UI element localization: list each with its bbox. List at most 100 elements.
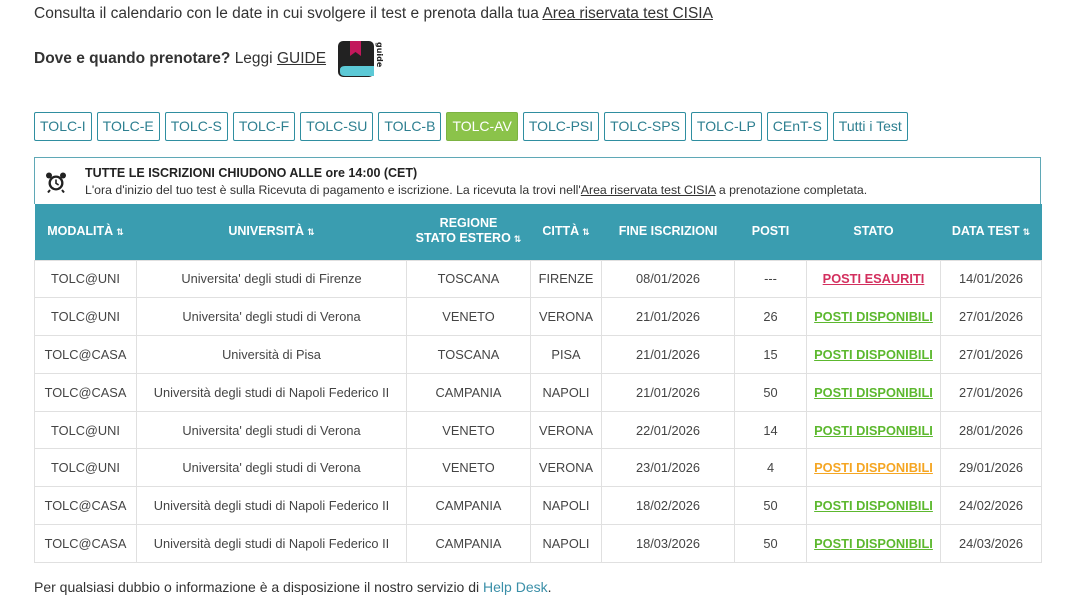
guide-read-label: Leggi [234, 50, 273, 67]
column-header-1[interactable]: UNIVERSITÀ ⇅ [136, 204, 407, 260]
cell-citta: VERONA [530, 410, 602, 450]
column-header-label: STATO ESTERO [415, 231, 511, 246]
cell-modalita: TOLC@UNI [34, 297, 137, 337]
cell-data: 28/01/2026 [940, 410, 1042, 450]
closing-notice: TUTTE LE ISCRIZIONI CHIUDONO ALLE ore 14… [34, 157, 1041, 204]
sort-icon[interactable]: ⇅ [582, 227, 590, 237]
status-link[interactable]: POSTI DISPONIBILI [814, 423, 933, 438]
guide-row: Dove e quando prenotare? Leggi GUIDE [34, 50, 326, 68]
column-header-7[interactable]: DATA TEST ⇅ [940, 204, 1042, 260]
tab-tolc-e[interactable]: TOLC-E [96, 112, 160, 141]
cell-data: 14/01/2026 [940, 259, 1042, 299]
cell-universita: Universita' degli studi di Verona [136, 297, 407, 337]
cell-universita: Università degli studi di Napoli Federic… [136, 372, 407, 412]
cell-citta: NAPOLI [530, 486, 602, 526]
sort-icon[interactable]: ⇅ [1023, 227, 1031, 237]
status-link[interactable]: POSTI DISPONIBILI [814, 347, 933, 362]
notice-text-after: a prenotazione completata. [715, 183, 868, 197]
sort-icon[interactable]: ⇅ [514, 234, 522, 244]
cell-universita: Università degli studi di Napoli Federic… [136, 524, 407, 563]
column-header-4: FINE ISCRIZIONI [601, 204, 735, 260]
area-riservata-link[interactable]: Area riservata test CISIA [542, 5, 713, 22]
status-link[interactable]: POSTI DISPONIBILI [814, 309, 933, 324]
cell-stato: POSTI DISPONIBILI [806, 372, 941, 412]
column-header-label: MODALITÀ [47, 223, 114, 238]
tab-tolc-b[interactable]: TOLC-B [378, 112, 442, 141]
tab-tolc-i[interactable]: TOLC-I [34, 112, 92, 141]
table-row: TOLC@UNI Universita' degli studi di Veron… [34, 410, 1042, 450]
table-row: TOLC@CASA Università degli studi di Napol… [34, 486, 1042, 526]
tab-tolc-su[interactable]: TOLC-SU [300, 112, 374, 141]
guide-book-icon[interactable]: guide [336, 40, 386, 82]
tab-tolc-s[interactable]: TOLC-S [164, 112, 228, 141]
cell-stato: POSTI DISPONIBILI [806, 524, 941, 563]
table-row: TOLC@CASA Università degli studi di Napol… [34, 372, 1042, 412]
cell-fine: 22/01/2026 [601, 410, 735, 450]
cell-posti: 50 [734, 524, 807, 563]
cell-modalita: TOLC@CASA [34, 372, 137, 412]
cell-fine: 08/01/2026 [601, 259, 735, 299]
notice-area-link[interactable]: Area riservata test CISIA [581, 183, 716, 197]
tab-tolc-lp[interactable]: TOLC-LP [690, 112, 762, 141]
cell-universita: Universita' degli studi di Verona [136, 410, 407, 450]
status-link[interactable]: POSTI ESAURITI [823, 271, 925, 286]
cell-stato: POSTI DISPONIBILI [806, 335, 941, 374]
cell-posti: 4 [734, 448, 807, 488]
cell-data: 27/01/2026 [940, 335, 1042, 374]
tab-tutti-i-test[interactable]: Tutti i Test [832, 112, 908, 141]
cell-citta: VERONA [530, 297, 602, 337]
cell-modalita: TOLC@CASA [34, 335, 137, 374]
sort-icon[interactable]: ⇅ [307, 227, 315, 237]
cell-universita: Universita' degli studi di Firenze [136, 259, 407, 299]
help-desk-link[interactable]: Help Desk [483, 579, 548, 595]
guide-question: Dove e quando prenotare? [34, 50, 231, 67]
sort-icon[interactable]: ⇅ [116, 227, 124, 237]
cell-citta: FIRENZE [530, 259, 602, 299]
cell-fine: 23/01/2026 [601, 448, 735, 488]
tab-tolc-f[interactable]: TOLC-F [232, 112, 296, 141]
tab-cent-s[interactable]: CEnT-S [766, 112, 828, 141]
tab-tolc-psi[interactable]: TOLC-PSI [522, 112, 600, 141]
table-row: TOLC@UNI Universita' degli studi di Veron… [34, 297, 1042, 337]
cell-posti: 14 [734, 410, 807, 450]
status-link[interactable]: POSTI DISPONIBILI [814, 498, 933, 513]
column-header-3[interactable]: CITTÀ ⇅ [530, 204, 602, 260]
test-calendar-table: MODALITÀ ⇅ UNIVERSITÀ ⇅ REGIONE STATO ESTERO ⇅… [34, 204, 1042, 563]
notice-text: L'ora d'inizio del tuo test è sulla Rice… [85, 183, 867, 197]
column-header-label: REGIONE [439, 216, 498, 231]
cell-data: 24/02/2026 [940, 486, 1042, 526]
status-link[interactable]: POSTI DISPONIBILI [814, 385, 933, 400]
tab-tolc-av[interactable]: TOLC-AV [446, 112, 518, 141]
footer-text-body: Per qualsiasi dubbio o informazione è a … [34, 579, 484, 595]
status-link[interactable]: POSTI DISPONIBILI [814, 460, 933, 475]
cell-data: 24/03/2026 [940, 524, 1042, 563]
column-header-2[interactable]: REGIONE STATO ESTERO ⇅ [406, 204, 531, 260]
column-header-label: UNIVERSITÀ [228, 223, 305, 238]
intro-text: Consulta il calendario con le date in cu… [34, 5, 713, 23]
table-row: TOLC@UNI Universita' degli studi di Veron… [34, 448, 1042, 488]
cell-stato: POSTI DISPONIBILI [806, 297, 941, 337]
column-header-0[interactable]: MODALITÀ ⇅ [34, 204, 137, 260]
cell-regione: VENETO [406, 297, 531, 337]
guide-link[interactable]: GUIDE [277, 50, 326, 67]
cell-universita: Università di Pisa [136, 335, 407, 374]
table-header-row: MODALITÀ ⇅ UNIVERSITÀ ⇅ REGIONE STATO ESTERO ⇅… [34, 204, 1042, 260]
status-link[interactable]: POSTI DISPONIBILI [814, 536, 933, 551]
notice-text-before: L'ora d'inizio del tuo test è sulla Rice… [85, 183, 581, 197]
cell-modalita: TOLC@UNI [34, 448, 137, 488]
column-header-label: CITTÀ [542, 223, 580, 238]
notice-title: TUTTE LE ISCRIZIONI CHIUDONO ALLE ore 14… [85, 166, 418, 180]
table-row: TOLC@CASA Università degli studi di Napol… [34, 524, 1042, 563]
cell-posti: 26 [734, 297, 807, 337]
column-header-6: STATO [806, 204, 941, 260]
cell-regione: CAMPANIA [406, 486, 531, 526]
cell-citta: VERONA [530, 448, 602, 488]
cell-posti: 50 [734, 486, 807, 526]
cell-modalita: TOLC@CASA [34, 524, 137, 563]
cell-regione: TOSCANA [406, 259, 531, 299]
tab-tolc-sps[interactable]: TOLC-SPS [604, 112, 686, 141]
cell-stato: POSTI DISPONIBILI [806, 448, 941, 488]
test-tabs: TOLC-I TOLC-E TOLC-S TOLC-F TOLC-SU TOLC-B TOL… [34, 112, 908, 141]
guide-icon-label: guide [375, 42, 384, 68]
footer-end: . [547, 579, 552, 595]
